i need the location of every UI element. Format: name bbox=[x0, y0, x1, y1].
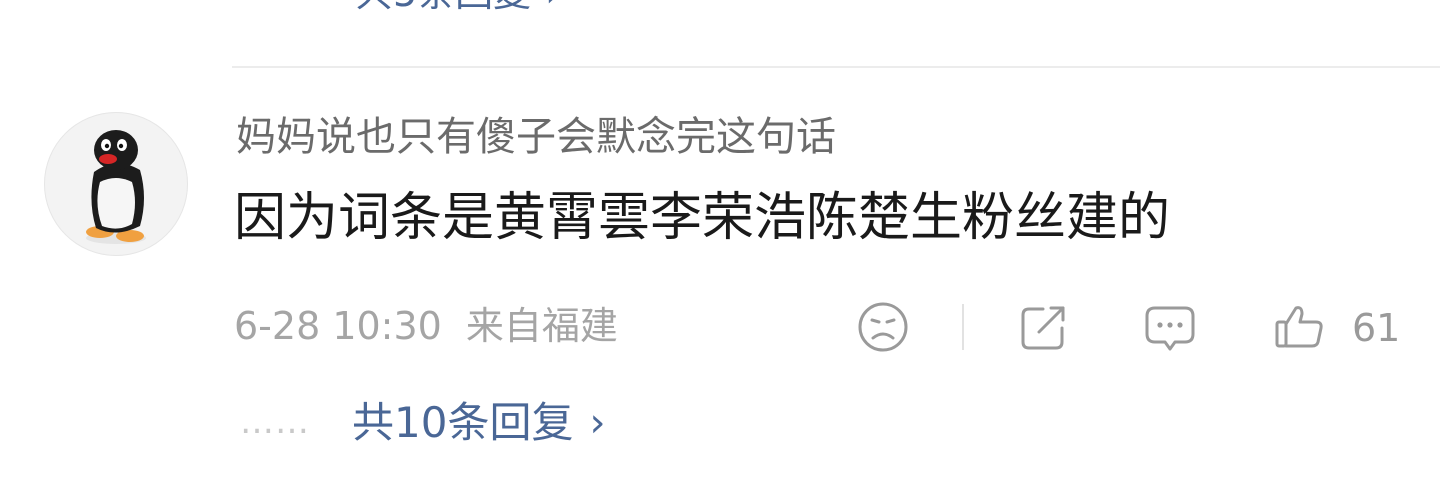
action-separator bbox=[962, 304, 964, 350]
comment-meta: 6-28 10:30 来自福建 bbox=[234, 304, 618, 350]
share-icon bbox=[1021, 306, 1065, 350]
user-avatar[interactable] bbox=[44, 112, 188, 256]
sad-face-icon bbox=[858, 302, 908, 352]
previous-replies-label: 共5条回复 bbox=[355, 0, 531, 12]
comment-text: 因为词条是黄霄雲李荣浩陈楚生粉丝建的 bbox=[234, 188, 1171, 248]
comment-username[interactable]: 妈妈说也只有傻子会默念完这句话 bbox=[236, 113, 836, 161]
comment-icon bbox=[1145, 306, 1195, 351]
view-replies-label: 共10条回复 bbox=[352, 398, 574, 447]
reply-dots: …… bbox=[240, 402, 310, 442]
chevron-right-icon: › bbox=[589, 400, 606, 447]
like-count: 61 bbox=[1352, 306, 1401, 350]
comment-location: 来自福建 bbox=[465, 304, 618, 348]
chevron-right-icon: › bbox=[545, 0, 560, 12]
comment-time: 6-28 10:30 bbox=[234, 304, 442, 348]
comment-divider bbox=[232, 66, 1440, 68]
previous-replies-link[interactable]: 共5条回复 › bbox=[355, 0, 560, 12]
like-button[interactable] bbox=[1272, 300, 1326, 354]
view-replies-link[interactable]: 共10条回复 › bbox=[352, 398, 605, 448]
comment-button[interactable] bbox=[1143, 300, 1197, 354]
thumbs-up-icon bbox=[1275, 306, 1323, 348]
share-button[interactable] bbox=[1017, 300, 1071, 354]
dislike-button[interactable] bbox=[856, 300, 910, 354]
penguin-avatar-icon bbox=[86, 130, 146, 244]
